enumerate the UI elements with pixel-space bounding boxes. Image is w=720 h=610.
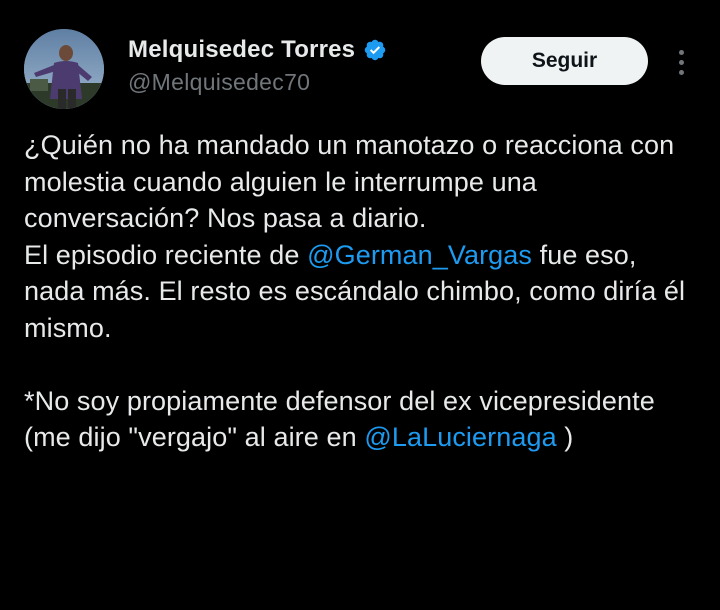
paragraph-3-after: ) [556,422,574,452]
mention-german-vargas[interactable]: @German_Vargas [307,240,532,270]
mention-la-luciernaga[interactable]: @LaLuciernaga [364,422,556,452]
paragraph-2-before: El episodio reciente de [24,239,308,270]
avatar-image [24,29,104,109]
display-name[interactable]: Melquisedec Torres [128,36,355,64]
tweet-paragraph-1: ¿Quién no ha mandado un manotazo o reacc… [24,130,675,233]
author-info: Melquisedec Torres @Melquisedec70 [128,33,387,96]
follow-button[interactable]: Seguir [481,37,648,85]
more-dot [678,49,684,55]
tweet: Melquisedec Torres @Melquisedec70 Seguir… [0,0,720,610]
tweet-text: ¿Quién no ha mandado un manotazo o reacc… [24,127,696,456]
more-dot [678,59,684,65]
author-handle[interactable]: @Melquisedec70 [128,69,387,96]
tweet-paragraph-3: *No soy propiamente defensor del ex vice… [24,383,696,456]
display-name-row: Melquisedec Torres [128,33,387,67]
verified-badge-icon [363,38,387,62]
avatar[interactable] [24,29,104,109]
more-dot [678,69,684,75]
tweet-paragraph-2: El episodio reciente de @German_Vargas f… [24,237,696,347]
tweet-header: Melquisedec Torres @Melquisedec70 Seguir [24,27,696,109]
more-vertical-icon[interactable] [670,47,692,77]
